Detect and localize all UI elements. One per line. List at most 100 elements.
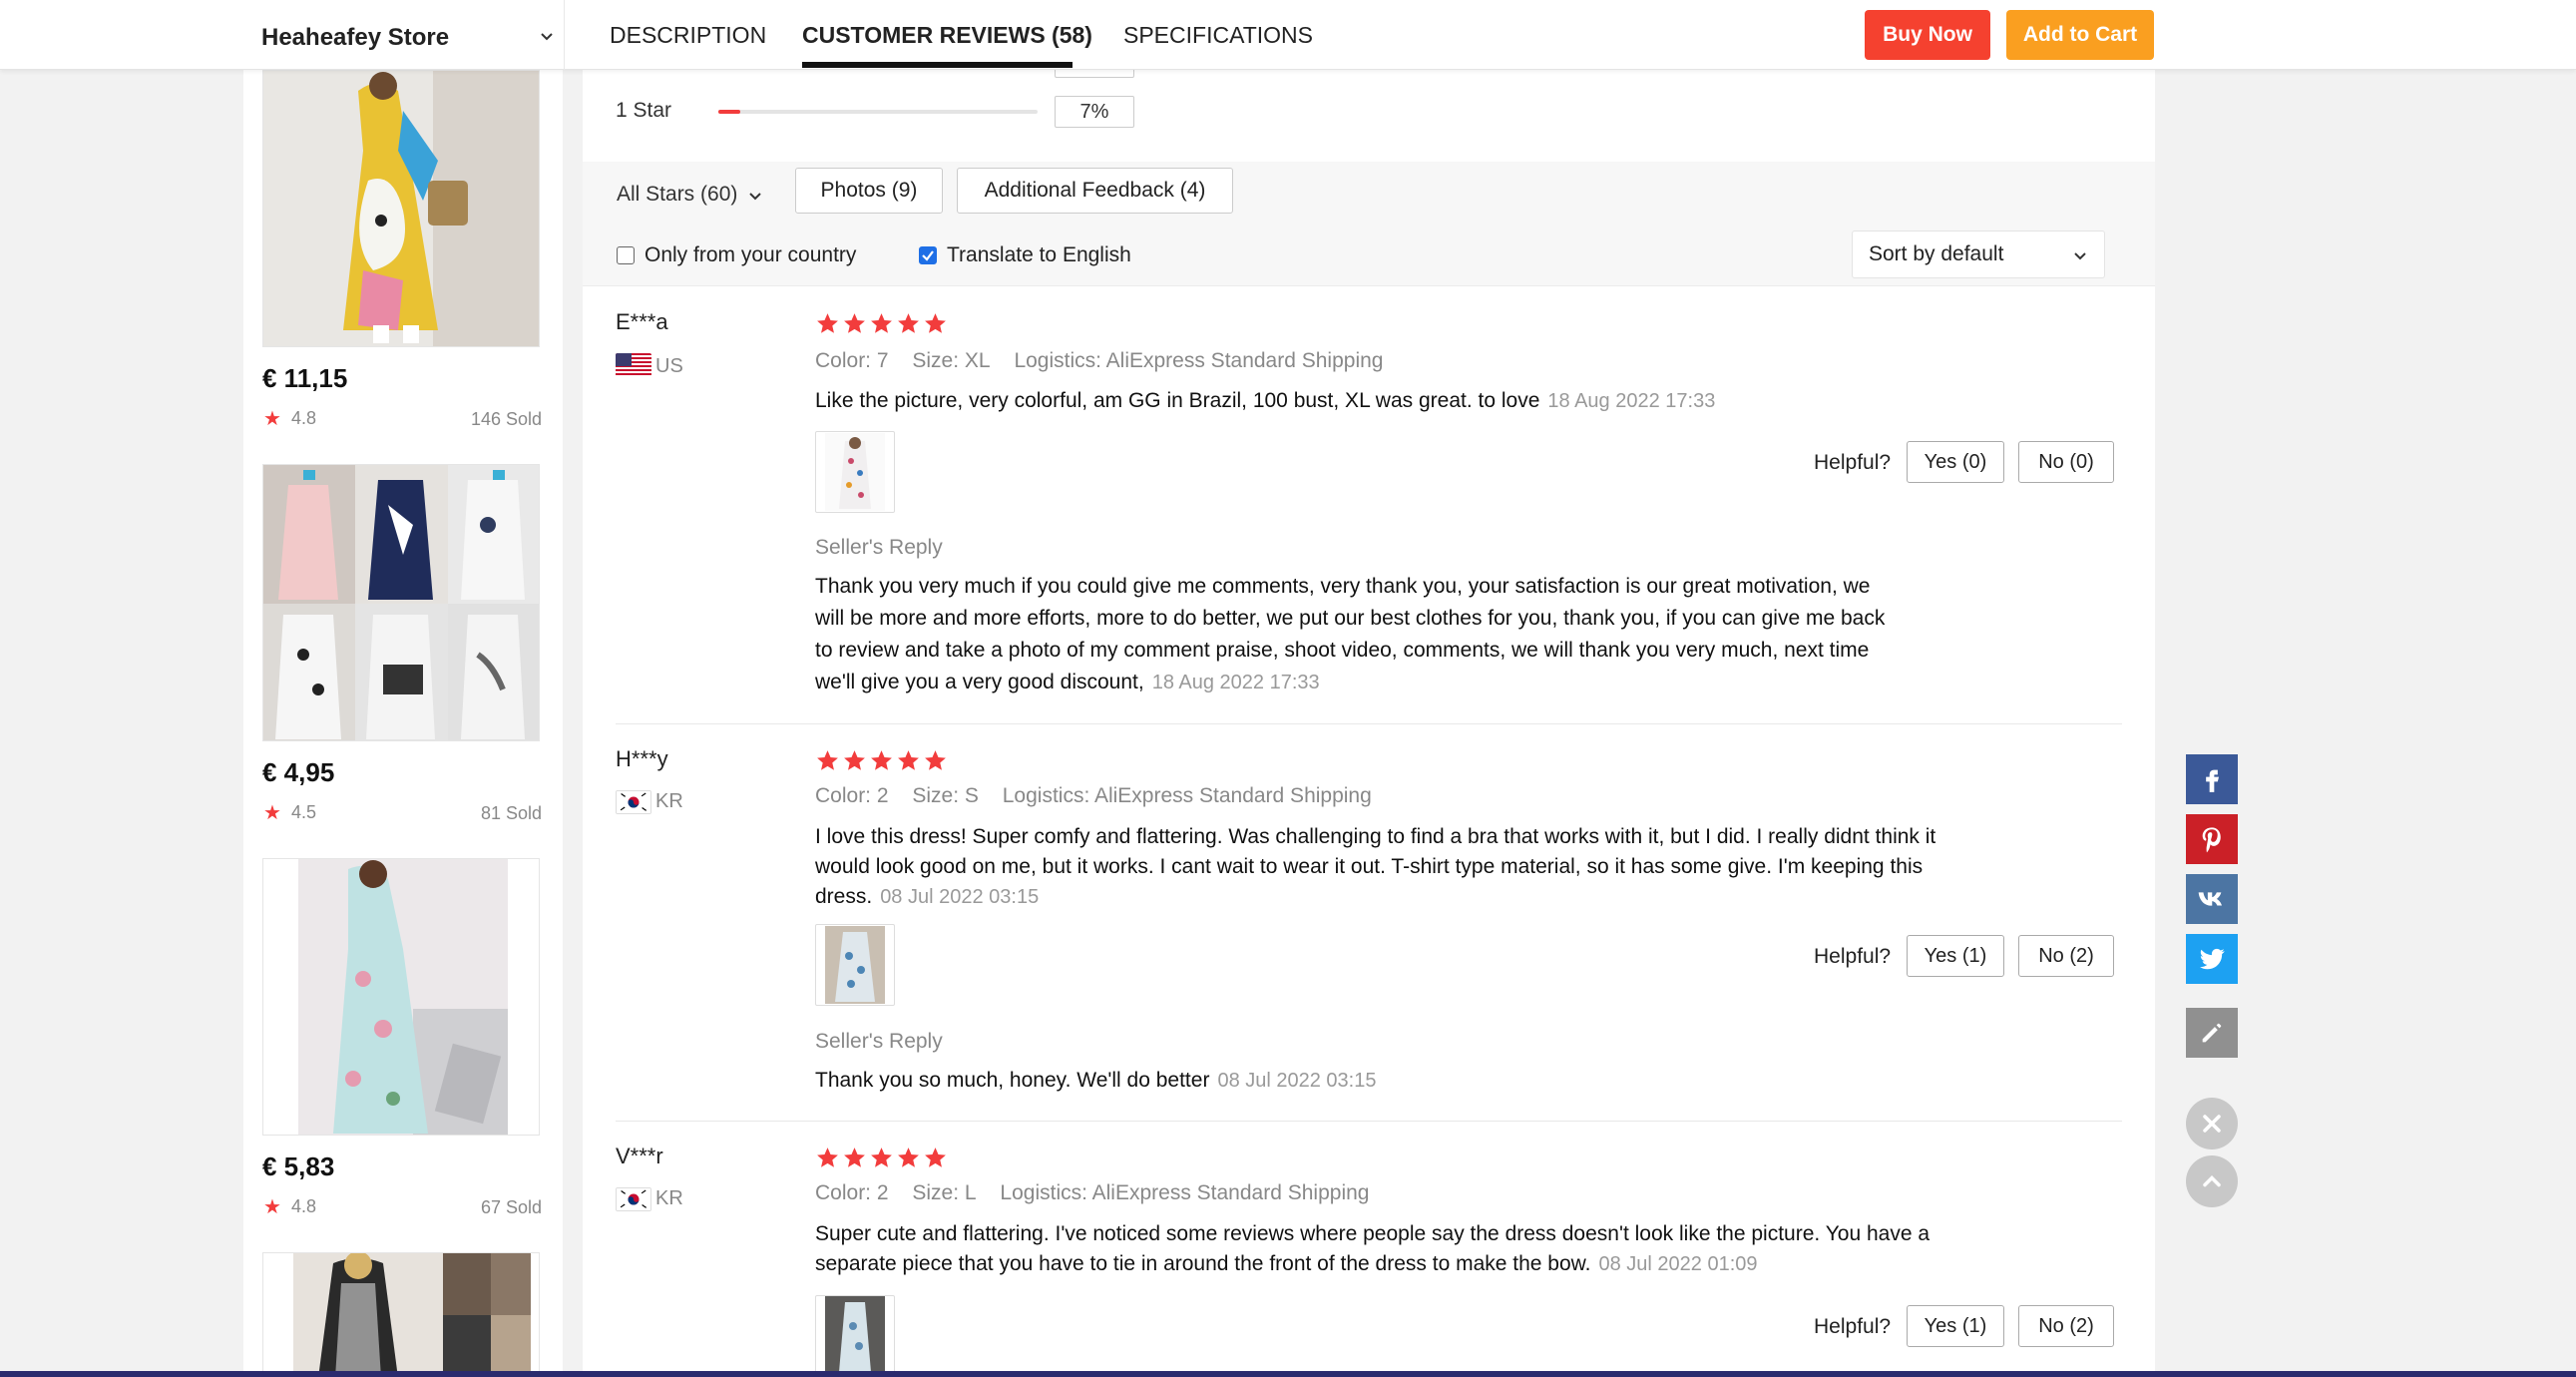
- review-attributes: Color: 2 Size: L Logistics: AliExpress S…: [815, 1181, 1387, 1205]
- helpful-no-button[interactable]: No (0): [2018, 441, 2114, 483]
- star-icon: ★: [263, 802, 281, 824]
- add-to-cart-button[interactable]: Add to Cart: [2006, 10, 2154, 60]
- star-icon: [817, 1148, 838, 1167]
- rating-stars: [815, 748, 948, 773]
- additional-feedback-filter-button[interactable]: Additional Feedback (4): [957, 168, 1233, 214]
- review-color: Color: 2: [815, 784, 889, 807]
- helpful-label: Helpful?: [1814, 1315, 1892, 1338]
- pencil-icon: [2202, 1023, 2222, 1043]
- edit-feedback-button[interactable]: [2186, 1008, 2238, 1058]
- helpful-yes-button[interactable]: Yes (0): [1907, 441, 2004, 483]
- reviewer-country: US: [655, 355, 683, 377]
- store-name[interactable]: Heaheafey Store: [261, 24, 449, 52]
- rating-stars: [815, 1146, 948, 1170]
- close-button[interactable]: [2186, 1098, 2238, 1149]
- facebook-icon: [2206, 769, 2219, 792]
- review-text: Super cute and flattering. I've noticed …: [815, 1219, 1962, 1279]
- seller-reply-label: Seller's Reply: [815, 1030, 943, 1053]
- helpful-no-button[interactable]: No (2): [2018, 935, 2114, 977]
- star-icon: [925, 750, 946, 770]
- review-logistics: Logistics: AliExpress Standard Shipping: [1000, 1181, 1370, 1204]
- sort-value: Sort by default: [1869, 242, 2004, 265]
- only-country-checkbox[interactable]: [617, 246, 635, 264]
- us-flag-icon: [616, 353, 651, 377]
- vk-icon: [2198, 892, 2222, 906]
- twitter-share-button[interactable]: [2186, 934, 2238, 984]
- star-icon: [844, 1148, 865, 1167]
- review-attributes: Color: 2 Size: S Logistics: AliExpress S…: [815, 784, 1390, 808]
- star-icon: [898, 750, 919, 770]
- chevron-up-icon: [2203, 1175, 2221, 1187]
- review-logistics: Logistics: AliExpress Standard Shipping: [1002, 784, 1372, 807]
- review-color: Color: 7: [815, 349, 889, 372]
- product-rating: 4.5: [291, 802, 317, 822]
- product-image[interactable]: [262, 1252, 540, 1377]
- rating-percentage: 7%: [1055, 96, 1134, 128]
- product-image[interactable]: [262, 70, 540, 347]
- rating-label: 1 Star: [616, 99, 672, 122]
- chevron-down-icon: [2074, 252, 2086, 260]
- star-icon: [871, 750, 892, 770]
- product-price: € 11,15: [262, 363, 348, 393]
- product-sold-count: 146 Sold: [470, 409, 542, 429]
- twitter-icon: [2199, 948, 2225, 970]
- helpful-label: Helpful?: [1814, 945, 1892, 968]
- review-date: 18 Aug 2022 17:33: [1547, 390, 1716, 412]
- translate-label: Translate to English: [947, 243, 1131, 266]
- buy-now-button[interactable]: Buy Now: [1865, 10, 1990, 60]
- star-icon: [844, 750, 865, 770]
- helpful-no-button[interactable]: No (2): [2018, 1305, 2114, 1347]
- star-icon: ★: [263, 1196, 281, 1218]
- review-size: Size: XL: [912, 349, 991, 372]
- stars-filter-dropdown[interactable]: All Stars (60): [617, 183, 737, 207]
- product-image[interactable]: [262, 858, 540, 1136]
- close-icon: [2203, 1115, 2221, 1133]
- review-body: Like the picture, very colorful, am GG i…: [815, 389, 1540, 412]
- helpful-yes-button[interactable]: Yes (1): [1907, 935, 2004, 977]
- star-icon: [925, 1148, 946, 1167]
- review-attributes: Color: 7 Size: XL Logistics: AliExpress …: [815, 349, 1401, 373]
- tab-customer-reviews[interactable]: CUSTOMER REVIEWS (58): [802, 22, 1092, 49]
- product-image[interactable]: [262, 464, 540, 741]
- vk-share-button[interactable]: [2186, 874, 2238, 924]
- review-color: Color: 2: [815, 1181, 889, 1204]
- reviewer-name: E***a: [616, 309, 668, 334]
- product-price: € 5,83: [262, 1151, 335, 1181]
- review-body: Super cute and flattering. I've noticed …: [815, 1222, 1931, 1275]
- seller-reply-date: 18 Aug 2022 17:33: [1151, 672, 1320, 693]
- top-bar: Heaheafey Store DESCRIPTION CUSTOMER REV…: [0, 0, 2576, 70]
- review-size: Size: L: [912, 1181, 977, 1204]
- chevron-down-icon[interactable]: [537, 26, 557, 46]
- seller-reply-body: Thank you so much, honey. We'll do bette…: [815, 1069, 1210, 1092]
- photos-filter-button[interactable]: Photos (9): [795, 168, 943, 214]
- star-icon: [817, 750, 838, 770]
- review-date: 08 Jul 2022 03:15: [880, 886, 1040, 908]
- star-icon: [898, 313, 919, 333]
- seller-reply-date: 08 Jul 2022 03:15: [1217, 1070, 1377, 1092]
- pinterest-icon: [2202, 827, 2221, 853]
- chevron-down-icon[interactable]: [746, 187, 764, 205]
- star-icon: [898, 1148, 919, 1167]
- pinterest-share-button[interactable]: [2186, 814, 2238, 864]
- review-text: Like the picture, very colorful, am GG i…: [815, 386, 2112, 416]
- scroll-to-top-button[interactable]: [2186, 1155, 2238, 1207]
- review-photo-thumbnail[interactable]: [815, 1295, 895, 1373]
- reviewer-name: H***y: [616, 746, 668, 771]
- review-text: I love this dress! Super comfy and flatt…: [815, 822, 1962, 912]
- star-icon: [871, 313, 892, 333]
- sort-dropdown[interactable]: Sort by default: [1852, 230, 2105, 278]
- helpful-yes-button[interactable]: Yes (1): [1907, 1305, 2004, 1347]
- tab-specifications[interactable]: SPECIFICATIONS: [1123, 22, 1313, 49]
- translate-checkbox[interactable]: [919, 246, 937, 264]
- review-photo-thumbnail[interactable]: [815, 924, 895, 1006]
- reviewer-country: KR: [655, 790, 683, 812]
- facebook-share-button[interactable]: [2186, 754, 2238, 804]
- review-size: Size: S: [912, 784, 979, 807]
- review-logistics: Logistics: AliExpress Standard Shipping: [1014, 349, 1384, 372]
- product-price: € 4,95: [262, 757, 335, 787]
- review-divider: [616, 1121, 2122, 1122]
- review-photo-thumbnail[interactable]: [815, 431, 895, 513]
- reviewer-name: V***r: [616, 1144, 663, 1168]
- kr-flag-icon: [616, 1187, 651, 1211]
- tab-description[interactable]: DESCRIPTION: [610, 22, 766, 49]
